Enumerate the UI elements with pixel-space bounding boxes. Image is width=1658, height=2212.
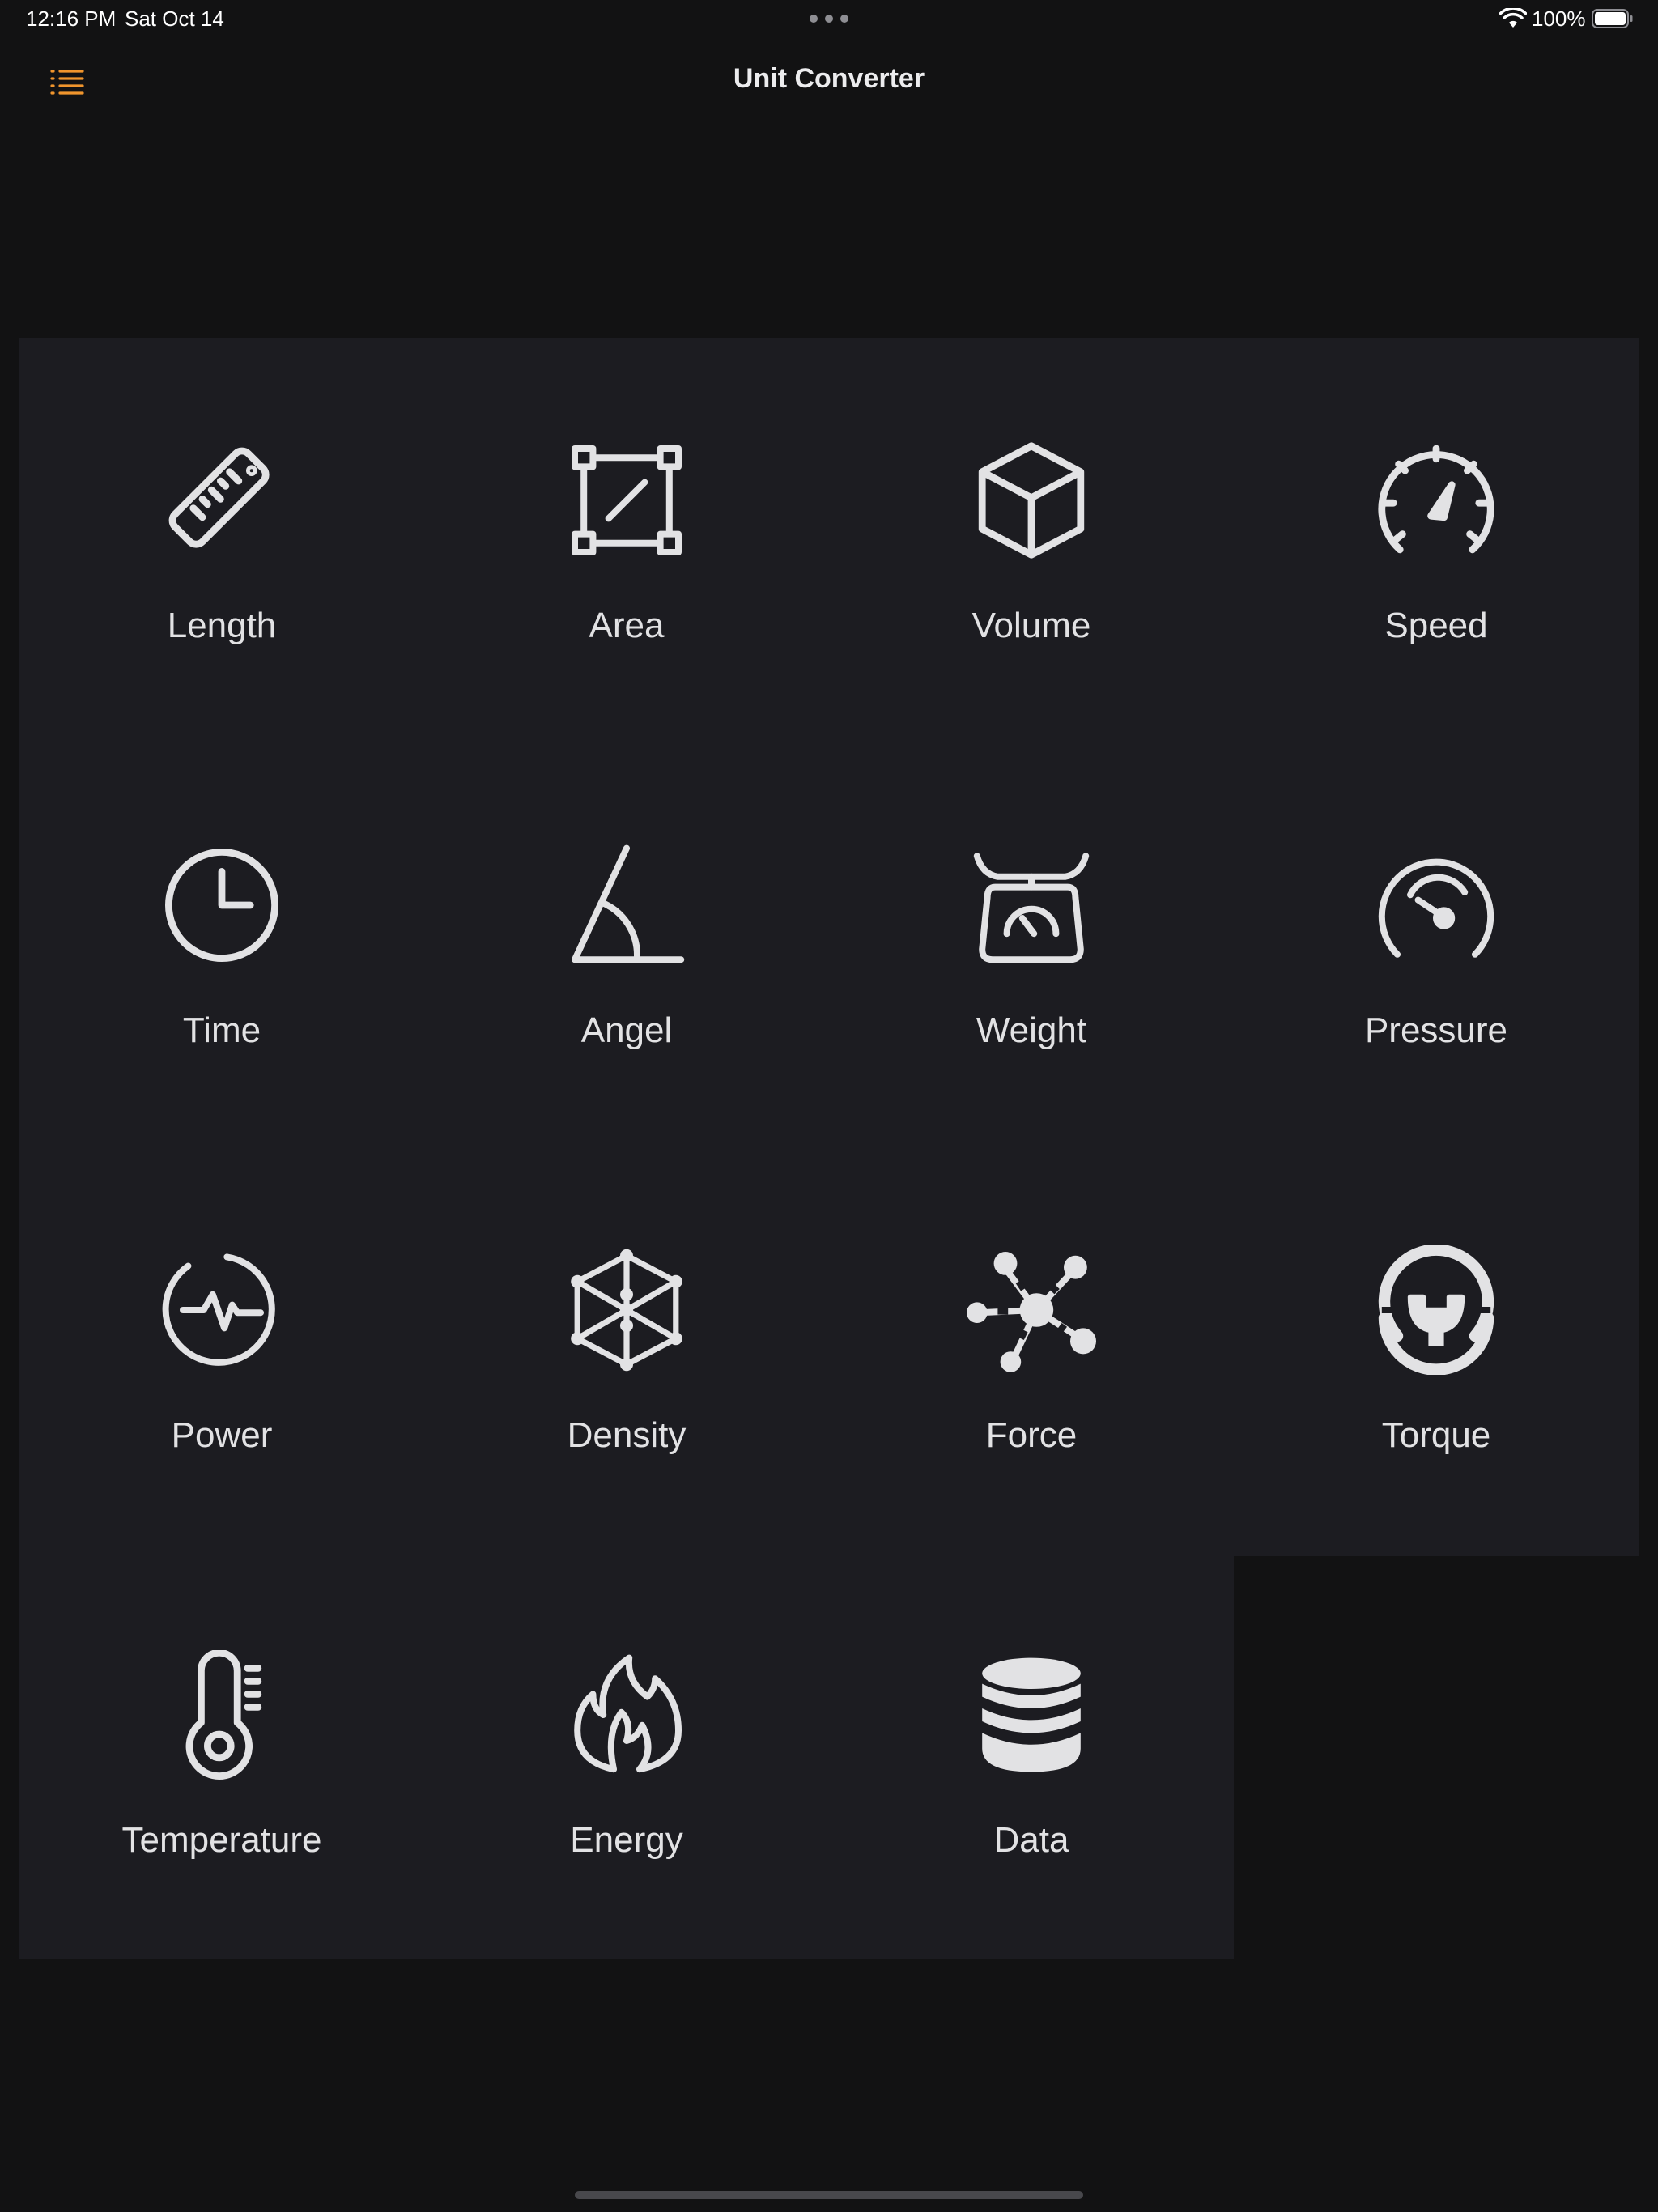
category-data[interactable]: Data [829, 1553, 1234, 1877]
navigation-bar: Unit Converter [0, 49, 1658, 113]
category-label: Volume [971, 606, 1091, 645]
ruler-icon [157, 436, 287, 565]
cube-icon [967, 436, 1096, 565]
category-label: Length [167, 606, 277, 645]
category-pressure[interactable]: Pressure [1234, 743, 1639, 1067]
status-bar: 12:16 PM Sat Oct 14 100% [0, 0, 1658, 39]
more-dots-icon[interactable] [810, 15, 848, 23]
category-weight[interactable]: Weight [829, 743, 1234, 1067]
category-label: Force [985, 1415, 1078, 1455]
category-area[interactable]: Area [424, 338, 829, 662]
category-temperature[interactable]: Temperature [19, 1553, 424, 1877]
category-label: Power [171, 1415, 273, 1455]
category-label: Pressure [1364, 1010, 1508, 1050]
category-label: Area [589, 606, 665, 645]
category-label: Weight [976, 1010, 1087, 1050]
category-label: Time [182, 1010, 261, 1050]
category-label: Energy [570, 1820, 683, 1860]
category-angel[interactable]: Angel [424, 743, 829, 1067]
category-energy[interactable]: Energy [424, 1553, 829, 1877]
category-label: Angel [580, 1010, 673, 1050]
category-label: Data [993, 1820, 1069, 1860]
status-time: 12:16 PM [26, 6, 117, 31]
flame-icon [562, 1650, 691, 1780]
database-icon [967, 1650, 1096, 1780]
category-label: Speed [1384, 606, 1488, 645]
category-label: Temperature [121, 1820, 322, 1860]
page-title: Unit Converter [733, 63, 925, 94]
scale-icon [967, 840, 1096, 970]
clock-icon [157, 840, 287, 970]
category-time[interactable]: Time [19, 743, 424, 1067]
status-date: Sat Oct 14 [125, 6, 224, 31]
category-torque[interactable]: Torque [1234, 1148, 1639, 1472]
category-speed[interactable]: Speed [1234, 338, 1639, 662]
speedometer-icon [1371, 436, 1501, 565]
battery-percentage: 100% [1532, 6, 1586, 31]
category-volume[interactable]: Volume [829, 338, 1234, 662]
category-power[interactable]: Power [19, 1148, 424, 1472]
category-label: Density [567, 1415, 687, 1455]
thermometer-icon [157, 1650, 287, 1780]
force-network-icon [967, 1245, 1096, 1375]
density-cube-icon [562, 1245, 691, 1375]
home-indicator[interactable] [575, 2191, 1083, 2199]
area-square-icon [562, 436, 691, 565]
category-force[interactable]: Force [829, 1148, 1234, 1472]
power-pulse-icon [157, 1245, 287, 1375]
gauge-icon [1371, 840, 1501, 970]
angle-icon [562, 840, 691, 970]
wifi-icon [1499, 8, 1527, 28]
category-label: Torque [1381, 1415, 1491, 1455]
battery-full-icon [1592, 9, 1633, 28]
torque-wrench-icon [1371, 1245, 1501, 1375]
category-density[interactable]: Density [424, 1148, 829, 1472]
category-length[interactable]: Length [19, 338, 424, 662]
